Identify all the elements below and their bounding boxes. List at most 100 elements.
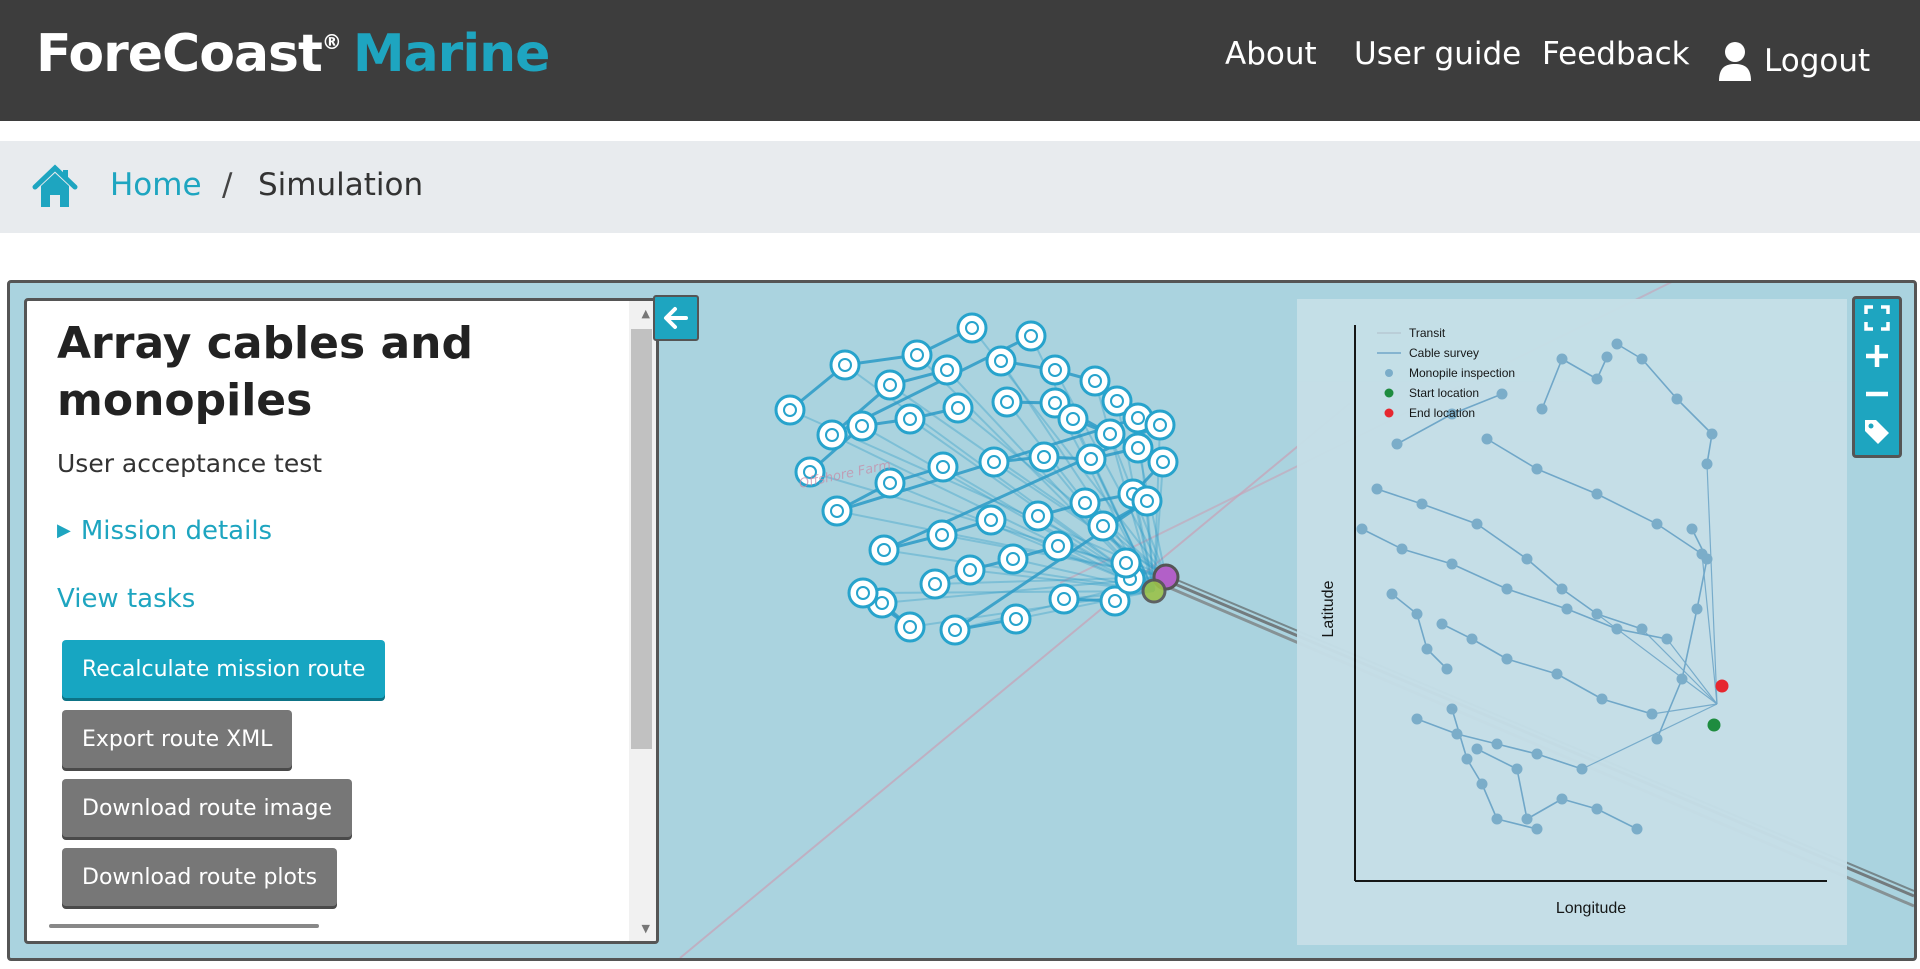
- plot-monopile-point: [1531, 823, 1543, 835]
- y-axis-label: Latitude: [1320, 580, 1337, 637]
- zoom-in-button[interactable]: [1855, 337, 1899, 375]
- turbine-marker: [901, 339, 933, 371]
- plot-monopile-point: [1521, 553, 1533, 565]
- legend-transit: Transit: [1409, 326, 1446, 340]
- plot-monopile-point: [1661, 633, 1673, 645]
- turbine-marker: [926, 519, 958, 551]
- nav-about[interactable]: About: [1225, 36, 1317, 86]
- turbine-marker: [847, 577, 879, 609]
- plot-monopile-point: [1531, 463, 1543, 475]
- plot-monopile-point: [1481, 433, 1493, 445]
- turbine-marker: [1079, 365, 1111, 397]
- plot-route-segment: [1486, 438, 1538, 470]
- plot-route-segment: [1496, 743, 1538, 755]
- zoom-out-button[interactable]: [1855, 375, 1899, 413]
- plot-monopile-point: [1651, 518, 1663, 530]
- turbine-marker: [1028, 441, 1060, 473]
- map-controls: [1852, 296, 1902, 458]
- plot-route-segment: [1541, 358, 1563, 410]
- turbine-marker: [874, 369, 906, 401]
- nav-user-guide[interactable]: User guide: [1354, 36, 1521, 86]
- view-tasks-link[interactable]: View tasks: [57, 584, 195, 614]
- nav-about-link[interactable]: About: [1225, 36, 1317, 72]
- plot-monopile-point: [1676, 673, 1688, 685]
- plot-monopile-point: [1701, 553, 1713, 565]
- home-icon[interactable]: [32, 164, 78, 210]
- turbine-marker: [954, 554, 986, 586]
- scroll-up-icon[interactable]: ▲: [642, 307, 650, 320]
- plot-route-segment: [1506, 658, 1558, 675]
- plot-monopile-point: [1691, 603, 1703, 615]
- plot-route-segment: [1596, 493, 1658, 525]
- breadcrumb-current: Simulation: [258, 167, 424, 203]
- turbine-marker: [997, 543, 1029, 575]
- turbine-marker: [774, 394, 806, 426]
- plot-cable-survey: [1701, 553, 1718, 705]
- panel-scrollbar[interactable]: ▲ ▼: [629, 301, 656, 941]
- plot-route-segment: [1476, 748, 1518, 770]
- plot-route-segment: [1376, 488, 1423, 505]
- breadcrumb-home-link[interactable]: Home: [110, 167, 202, 203]
- plot-route-segment: [1561, 358, 1598, 380]
- zoom-out-icon: [1866, 391, 1888, 397]
- download-plots-button[interactable]: Download route plots: [62, 848, 338, 906]
- nav-feedback[interactable]: Feedback: [1542, 36, 1690, 86]
- mission-subtitle: User acceptance test: [57, 449, 323, 478]
- legend-end-swatch: [1384, 408, 1394, 418]
- nav-logout[interactable]: Logout: [1718, 36, 1870, 86]
- legend-start: Start location: [1409, 386, 1479, 400]
- fullscreen-button[interactable]: [1855, 299, 1899, 337]
- plot-monopile-point: [1591, 608, 1603, 620]
- turbine-marker: [978, 446, 1010, 478]
- scroll-down-icon[interactable]: ▼: [642, 922, 650, 935]
- plot-monopile-point: [1631, 823, 1643, 835]
- nav-logout-link[interactable]: Logout: [1764, 43, 1870, 79]
- scroll-thumb[interactable]: [631, 329, 652, 749]
- plot-route-segment: [1601, 698, 1653, 715]
- turbine-marker: [956, 312, 988, 344]
- turbine-marker: [919, 568, 951, 600]
- plot-monopile-point: [1636, 353, 1648, 365]
- plot-route-segment: [1471, 638, 1508, 660]
- turbine-marker: [1122, 432, 1154, 464]
- plot-monopile-point: [1461, 753, 1473, 765]
- turbine-marker: [975, 504, 1007, 536]
- labels-button[interactable]: [1855, 413, 1899, 451]
- plot-monopile-point: [1411, 608, 1423, 620]
- legend-cable-survey: Cable survey: [1409, 346, 1479, 360]
- x-axis-label: Longitude: [1556, 900, 1626, 917]
- recalculate-route-button[interactable]: Recalculate mission route: [62, 640, 386, 698]
- plot-route-segment: [1641, 358, 1678, 400]
- plot-monopile-point: [1371, 483, 1383, 495]
- plot-monopile-point: [1441, 663, 1453, 675]
- turbine-marker: [942, 392, 974, 424]
- plot-monopile-point: [1396, 543, 1408, 555]
- plot-route-segment: [1361, 528, 1403, 550]
- turbine-marker: [1039, 354, 1071, 386]
- turbine-marker: [1048, 583, 1080, 615]
- brand-logo[interactable]: ForeCoast® Marine: [36, 24, 550, 84]
- turbine-marker: [816, 419, 848, 451]
- mission-details-toggle[interactable]: ▶ Mission details: [57, 516, 272, 546]
- collapse-panel-button[interactable]: [653, 295, 699, 341]
- brand-primary: ForeCoast: [36, 24, 323, 84]
- plot-route-segment: [1481, 783, 1498, 820]
- substation-marker: [1141, 578, 1167, 604]
- start-location-marker: [1707, 718, 1721, 732]
- turbine-marker: [1075, 443, 1107, 475]
- download-image-button[interactable]: Download route image: [62, 779, 352, 837]
- caret-right-icon: ▶: [57, 520, 71, 541]
- turbine-marker: [1131, 485, 1163, 517]
- turbine-marker: [1094, 418, 1126, 450]
- turbine-marker: [894, 403, 926, 435]
- nav-user-guide-link[interactable]: User guide: [1354, 36, 1521, 72]
- user-icon: [1719, 42, 1751, 81]
- nav-feedback-link[interactable]: Feedback: [1542, 36, 1690, 72]
- boundary-line: [679, 402, 1351, 958]
- tag-icon: [1865, 420, 1889, 444]
- route-plot-svg: Longitude Latitude Transit Cable survey …: [1320, 325, 1827, 917]
- plot-monopile-point: [1471, 518, 1483, 530]
- export-xml-button[interactable]: Export route XML: [62, 710, 293, 768]
- plot-monopile-point: [1521, 813, 1533, 825]
- plot-monopile-point: [1671, 393, 1683, 405]
